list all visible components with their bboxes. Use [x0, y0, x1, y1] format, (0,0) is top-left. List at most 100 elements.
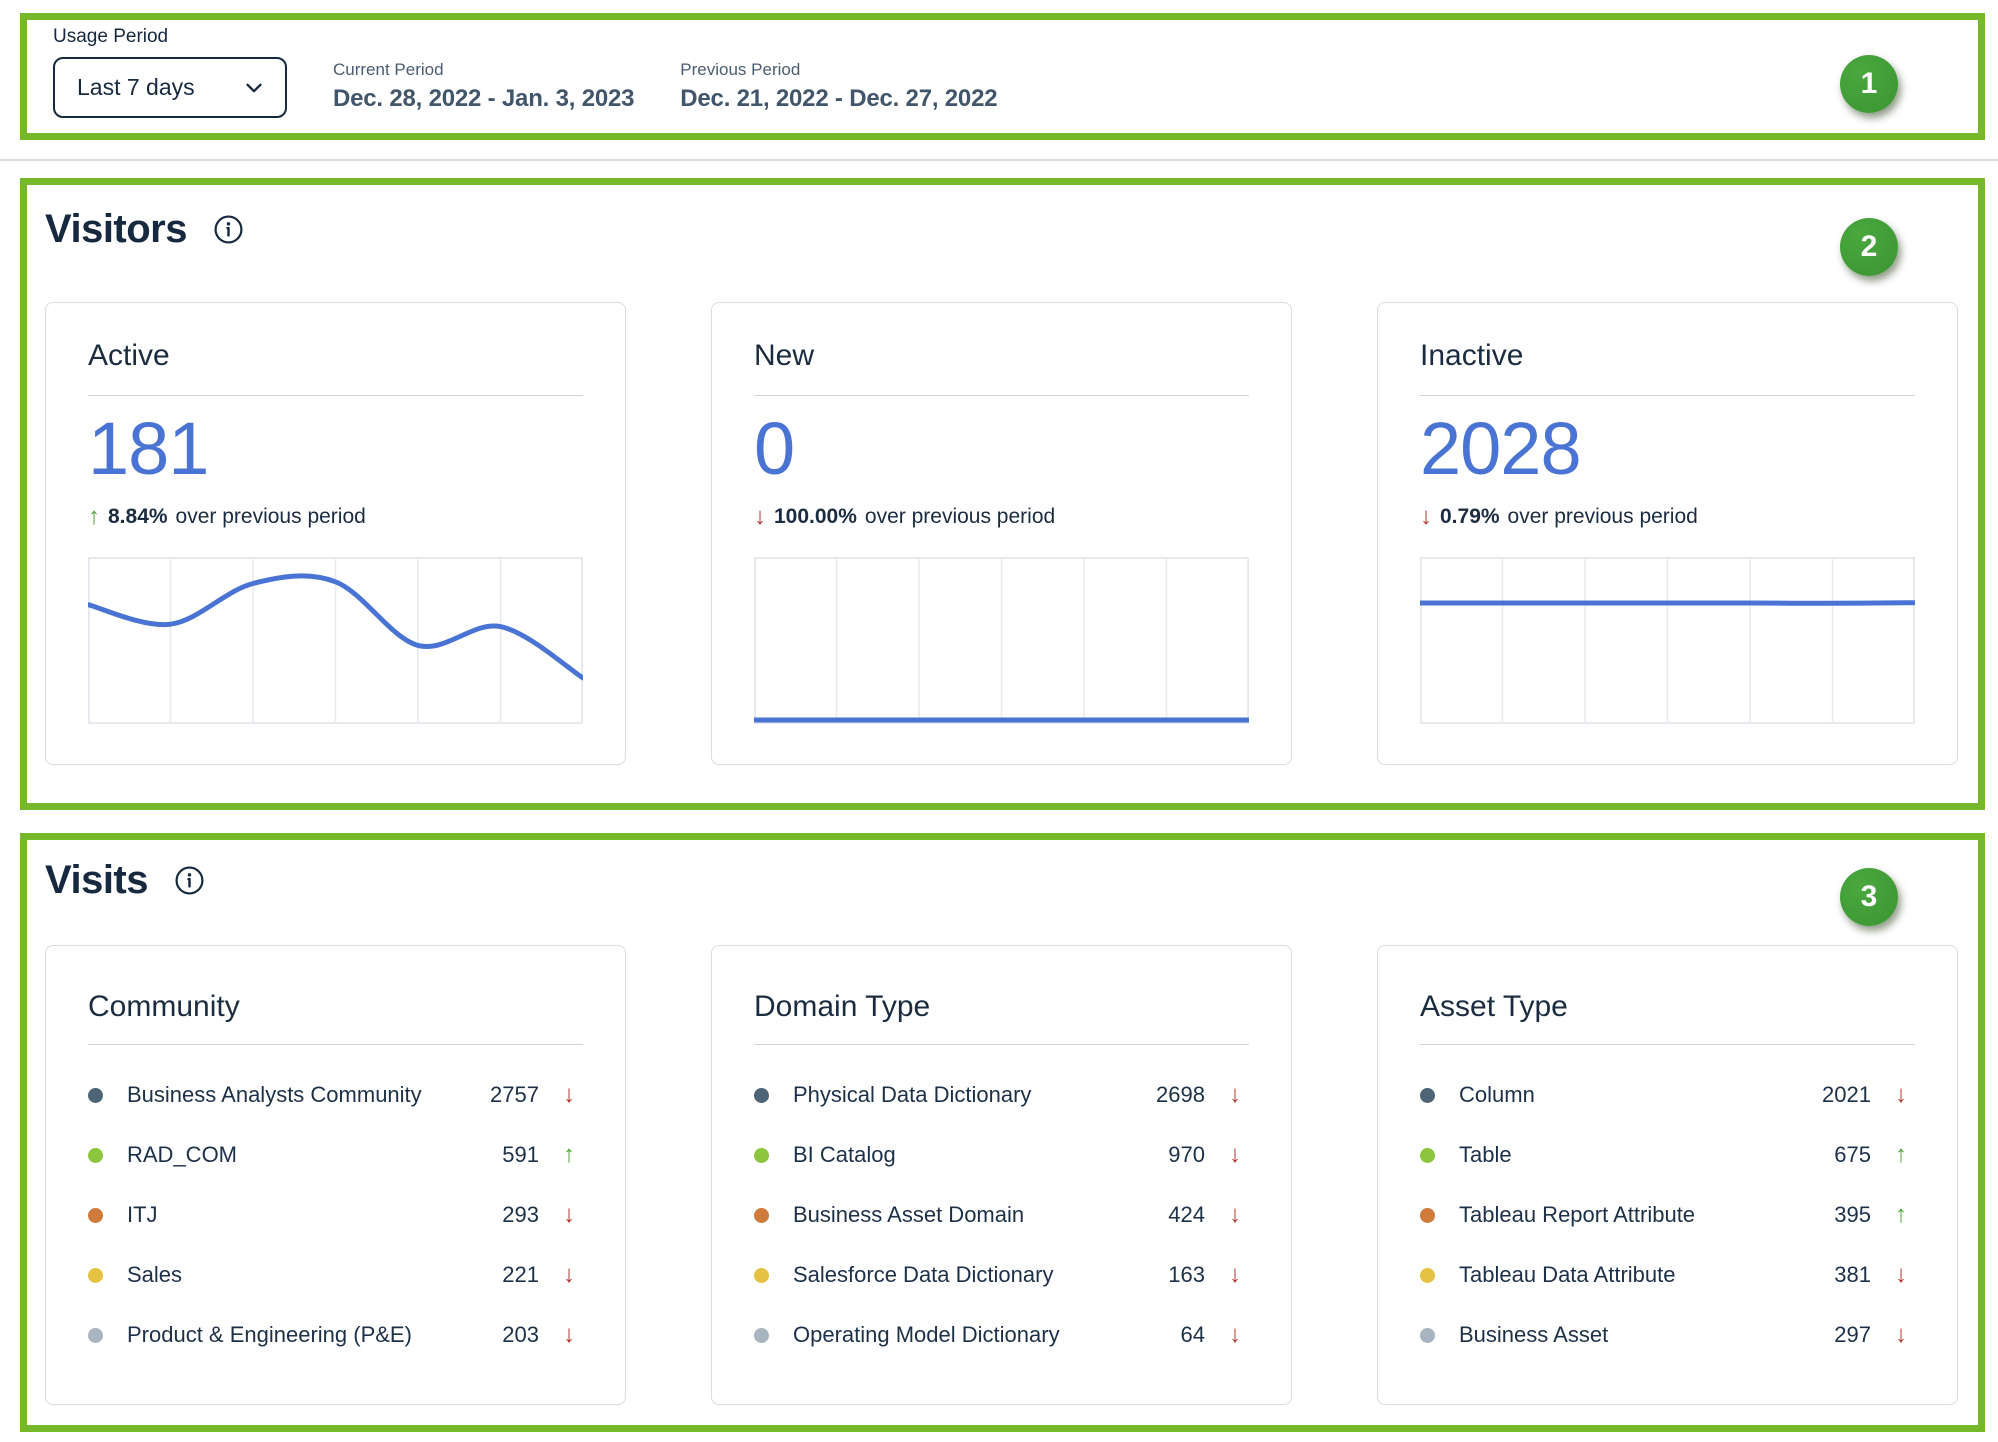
legend-dot-icon	[88, 1208, 103, 1223]
legend-dot-icon	[754, 1088, 769, 1103]
row-value: 297	[1834, 1322, 1871, 1348]
row-label: Column	[1459, 1082, 1822, 1108]
metric-delta: ↑ 8.84% over previous period	[88, 505, 583, 529]
row-label: Business Asset Domain	[793, 1202, 1168, 1228]
row-value: 2021	[1822, 1082, 1871, 1108]
down-arrow-icon: ↓	[1221, 1143, 1249, 1167]
row-label: Tableau Data Attribute	[1459, 1262, 1834, 1288]
delta-text: over previous period	[176, 505, 366, 529]
list-card-title: Community	[88, 990, 583, 1024]
up-arrow-icon: ↑	[1887, 1143, 1915, 1167]
legend-dot-icon	[88, 1148, 103, 1163]
down-arrow-icon: ↓	[1887, 1323, 1915, 1347]
down-arrow-icon: ↓	[555, 1083, 583, 1107]
visitor-card-active: Active 181 ↑ 8.84% over previous period	[45, 302, 626, 765]
row-label: Business Analysts Community	[127, 1082, 490, 1108]
row-value: 203	[502, 1322, 539, 1348]
list-card-title: Domain Type	[754, 990, 1249, 1024]
previous-period-label: Previous Period	[680, 60, 997, 80]
list-row: Business Analysts Community 2757 ↓	[88, 1065, 583, 1125]
down-arrow-icon: ↓	[1221, 1323, 1249, 1347]
metric-value: 2028	[1420, 406, 1915, 491]
row-label: Product & Engineering (P&E)	[127, 1322, 502, 1348]
down-arrow-icon: ↓	[1221, 1083, 1249, 1107]
row-value: 293	[502, 1202, 539, 1228]
row-value: 970	[1168, 1142, 1205, 1168]
down-arrow-icon: ↓	[555, 1203, 583, 1227]
list-row: Physical Data Dictionary 2698 ↓	[754, 1065, 1249, 1125]
list-row: Column 2021 ↓	[1420, 1065, 1915, 1125]
divider	[88, 395, 583, 396]
row-label: Salesforce Data Dictionary	[793, 1262, 1168, 1288]
legend-dot-icon	[754, 1148, 769, 1163]
visitor-card-new: New 0 ↓ 100.00% over previous period	[711, 302, 1292, 765]
list-rows: Physical Data Dictionary 2698 ↓ BI Catal…	[754, 1065, 1249, 1365]
row-label: Table	[1459, 1142, 1834, 1168]
legend-dot-icon	[754, 1268, 769, 1283]
list-row: Tableau Report Attribute 395 ↑	[1420, 1185, 1915, 1245]
up-arrow-icon: ↑	[555, 1143, 583, 1167]
row-label: Tableau Report Attribute	[1459, 1202, 1834, 1228]
row-value: 221	[502, 1262, 539, 1288]
divider	[1420, 1044, 1915, 1045]
visits-card-community: Community Business Analysts Community 27…	[45, 945, 626, 1405]
delta-percentage: 8.84%	[108, 505, 168, 529]
info-icon[interactable]	[213, 214, 244, 245]
current-period-label: Current Period	[333, 60, 634, 80]
visits-section: Visits Community Business Analysts Commu…	[20, 833, 1985, 1432]
list-rows: Column 2021 ↓ Table 675 ↑ Tableau Report…	[1420, 1065, 1915, 1365]
visits-header: Visits	[45, 858, 1958, 903]
list-row: Operating Model Dictionary 64 ↓	[754, 1305, 1249, 1365]
legend-dot-icon	[1420, 1268, 1435, 1283]
row-value: 2757	[490, 1082, 539, 1108]
legend-dot-icon	[1420, 1148, 1435, 1163]
usage-period-row: Last 7 days Current Period Dec. 28, 2022…	[53, 57, 1978, 118]
usage-period-label: Usage Period	[53, 26, 1978, 48]
list-row: Table 675 ↑	[1420, 1125, 1915, 1185]
list-row: Tableau Data Attribute 381 ↓	[1420, 1245, 1915, 1305]
down-arrow-icon: ↓	[1420, 505, 1432, 529]
previous-period: Previous Period Dec. 21, 2022 - Dec. 27,…	[680, 57, 997, 113]
legend-dot-icon	[88, 1328, 103, 1343]
list-row: BI Catalog 970 ↓	[754, 1125, 1249, 1185]
usage-period-dropdown[interactable]: Last 7 days	[53, 57, 287, 118]
metric-card-title: Active	[88, 339, 583, 373]
annotation-badge-1: 1	[1840, 55, 1898, 113]
row-value: 395	[1834, 1202, 1871, 1228]
usage-period-dropdown-value: Last 7 days	[77, 74, 195, 101]
up-arrow-icon: ↑	[1887, 1203, 1915, 1227]
visitors-section: Visitors Active 181 ↑ 8.84% over previou…	[20, 178, 1985, 810]
metric-delta: ↓ 100.00% over previous period	[754, 505, 1249, 529]
divider	[88, 1044, 583, 1045]
row-label: Operating Model Dictionary	[793, 1322, 1181, 1348]
legend-dot-icon	[88, 1268, 103, 1283]
row-value: 424	[1168, 1202, 1205, 1228]
down-arrow-icon: ↓	[555, 1323, 583, 1347]
row-value: 591	[502, 1142, 539, 1168]
list-row: Product & Engineering (P&E) 203 ↓	[88, 1305, 583, 1365]
legend-dot-icon	[88, 1088, 103, 1103]
delta-text: over previous period	[1508, 505, 1698, 529]
down-arrow-icon: ↓	[1887, 1263, 1915, 1287]
visits-card-domain-type: Domain Type Physical Data Dictionary 269…	[711, 945, 1292, 1405]
metric-value: 0	[754, 406, 1249, 491]
legend-dot-icon	[1420, 1208, 1435, 1223]
previous-period-value: Dec. 21, 2022 - Dec. 27, 2022	[680, 85, 997, 113]
annotation-badge-2: 2	[1840, 218, 1898, 276]
horizontal-divider	[0, 159, 1998, 161]
down-arrow-icon: ↓	[754, 505, 766, 529]
divider	[754, 395, 1249, 396]
down-arrow-icon: ↓	[555, 1263, 583, 1287]
info-icon[interactable]	[174, 865, 205, 896]
visits-card-asset-type: Asset Type Column 2021 ↓ Table 675 ↑ Tab…	[1377, 945, 1958, 1405]
divider	[754, 1044, 1249, 1045]
list-row: Business Asset Domain 424 ↓	[754, 1185, 1249, 1245]
list-row: Sales 221 ↓	[88, 1245, 583, 1305]
down-arrow-icon: ↓	[1221, 1263, 1249, 1287]
row-label: ITJ	[127, 1202, 502, 1228]
divider	[1420, 395, 1915, 396]
usage-period-section: Usage Period Last 7 days Current Period …	[20, 13, 1985, 140]
row-value: 381	[1834, 1262, 1871, 1288]
list-row: ITJ 293 ↓	[88, 1185, 583, 1245]
row-value: 163	[1168, 1262, 1205, 1288]
